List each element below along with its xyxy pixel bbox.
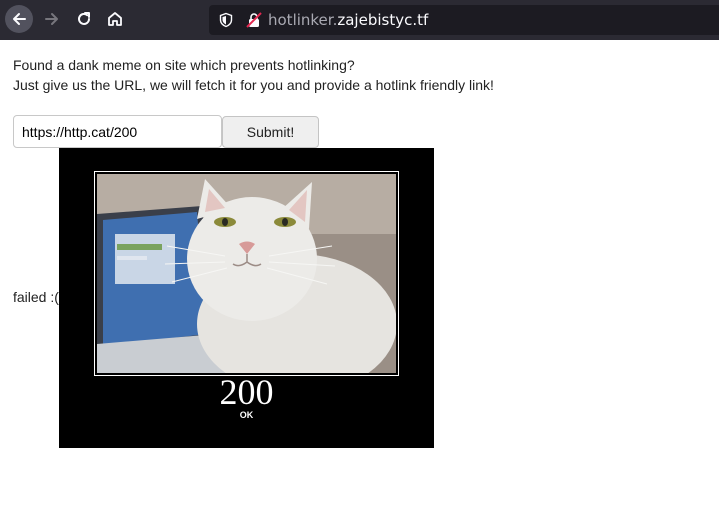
intro-line-1: Found a dank meme on site which prevents… xyxy=(13,57,355,73)
browser-toolbar: hotlinker.zajebistyc.tf xyxy=(0,0,719,40)
back-button[interactable] xyxy=(5,5,33,33)
arrow-left-icon xyxy=(13,13,26,25)
fetched-image: 200 OK xyxy=(59,148,434,448)
intro-text: Found a dank meme on site which prevents… xyxy=(13,55,494,95)
url-input[interactable] xyxy=(13,115,222,148)
submit-button[interactable]: Submit! xyxy=(222,116,319,148)
home-icon xyxy=(108,12,122,26)
arrow-right-icon xyxy=(45,13,58,25)
url-text: hotlinker.zajebistyc.tf xyxy=(268,11,428,29)
url-domain: zajebistyc.tf xyxy=(337,11,429,29)
failed-message: failed :( xyxy=(13,289,59,305)
photo-frame xyxy=(94,171,399,376)
url-subdomain: hotlinker. xyxy=(268,11,338,29)
shield-icon[interactable] xyxy=(218,12,234,28)
insecure-lock-icon[interactable] xyxy=(245,11,263,29)
intro-line-2: Just give us the URL, we will fetch it f… xyxy=(13,77,494,93)
status-code: 200 xyxy=(219,372,274,412)
status-text: OK xyxy=(239,410,254,420)
home-button[interactable] xyxy=(101,5,129,33)
url-bar[interactable]: hotlinker.zajebistyc.tf xyxy=(209,5,719,35)
reload-button[interactable] xyxy=(70,5,98,33)
reload-icon xyxy=(78,12,90,25)
forward-button[interactable] xyxy=(38,5,66,33)
cat-photo xyxy=(97,174,396,373)
